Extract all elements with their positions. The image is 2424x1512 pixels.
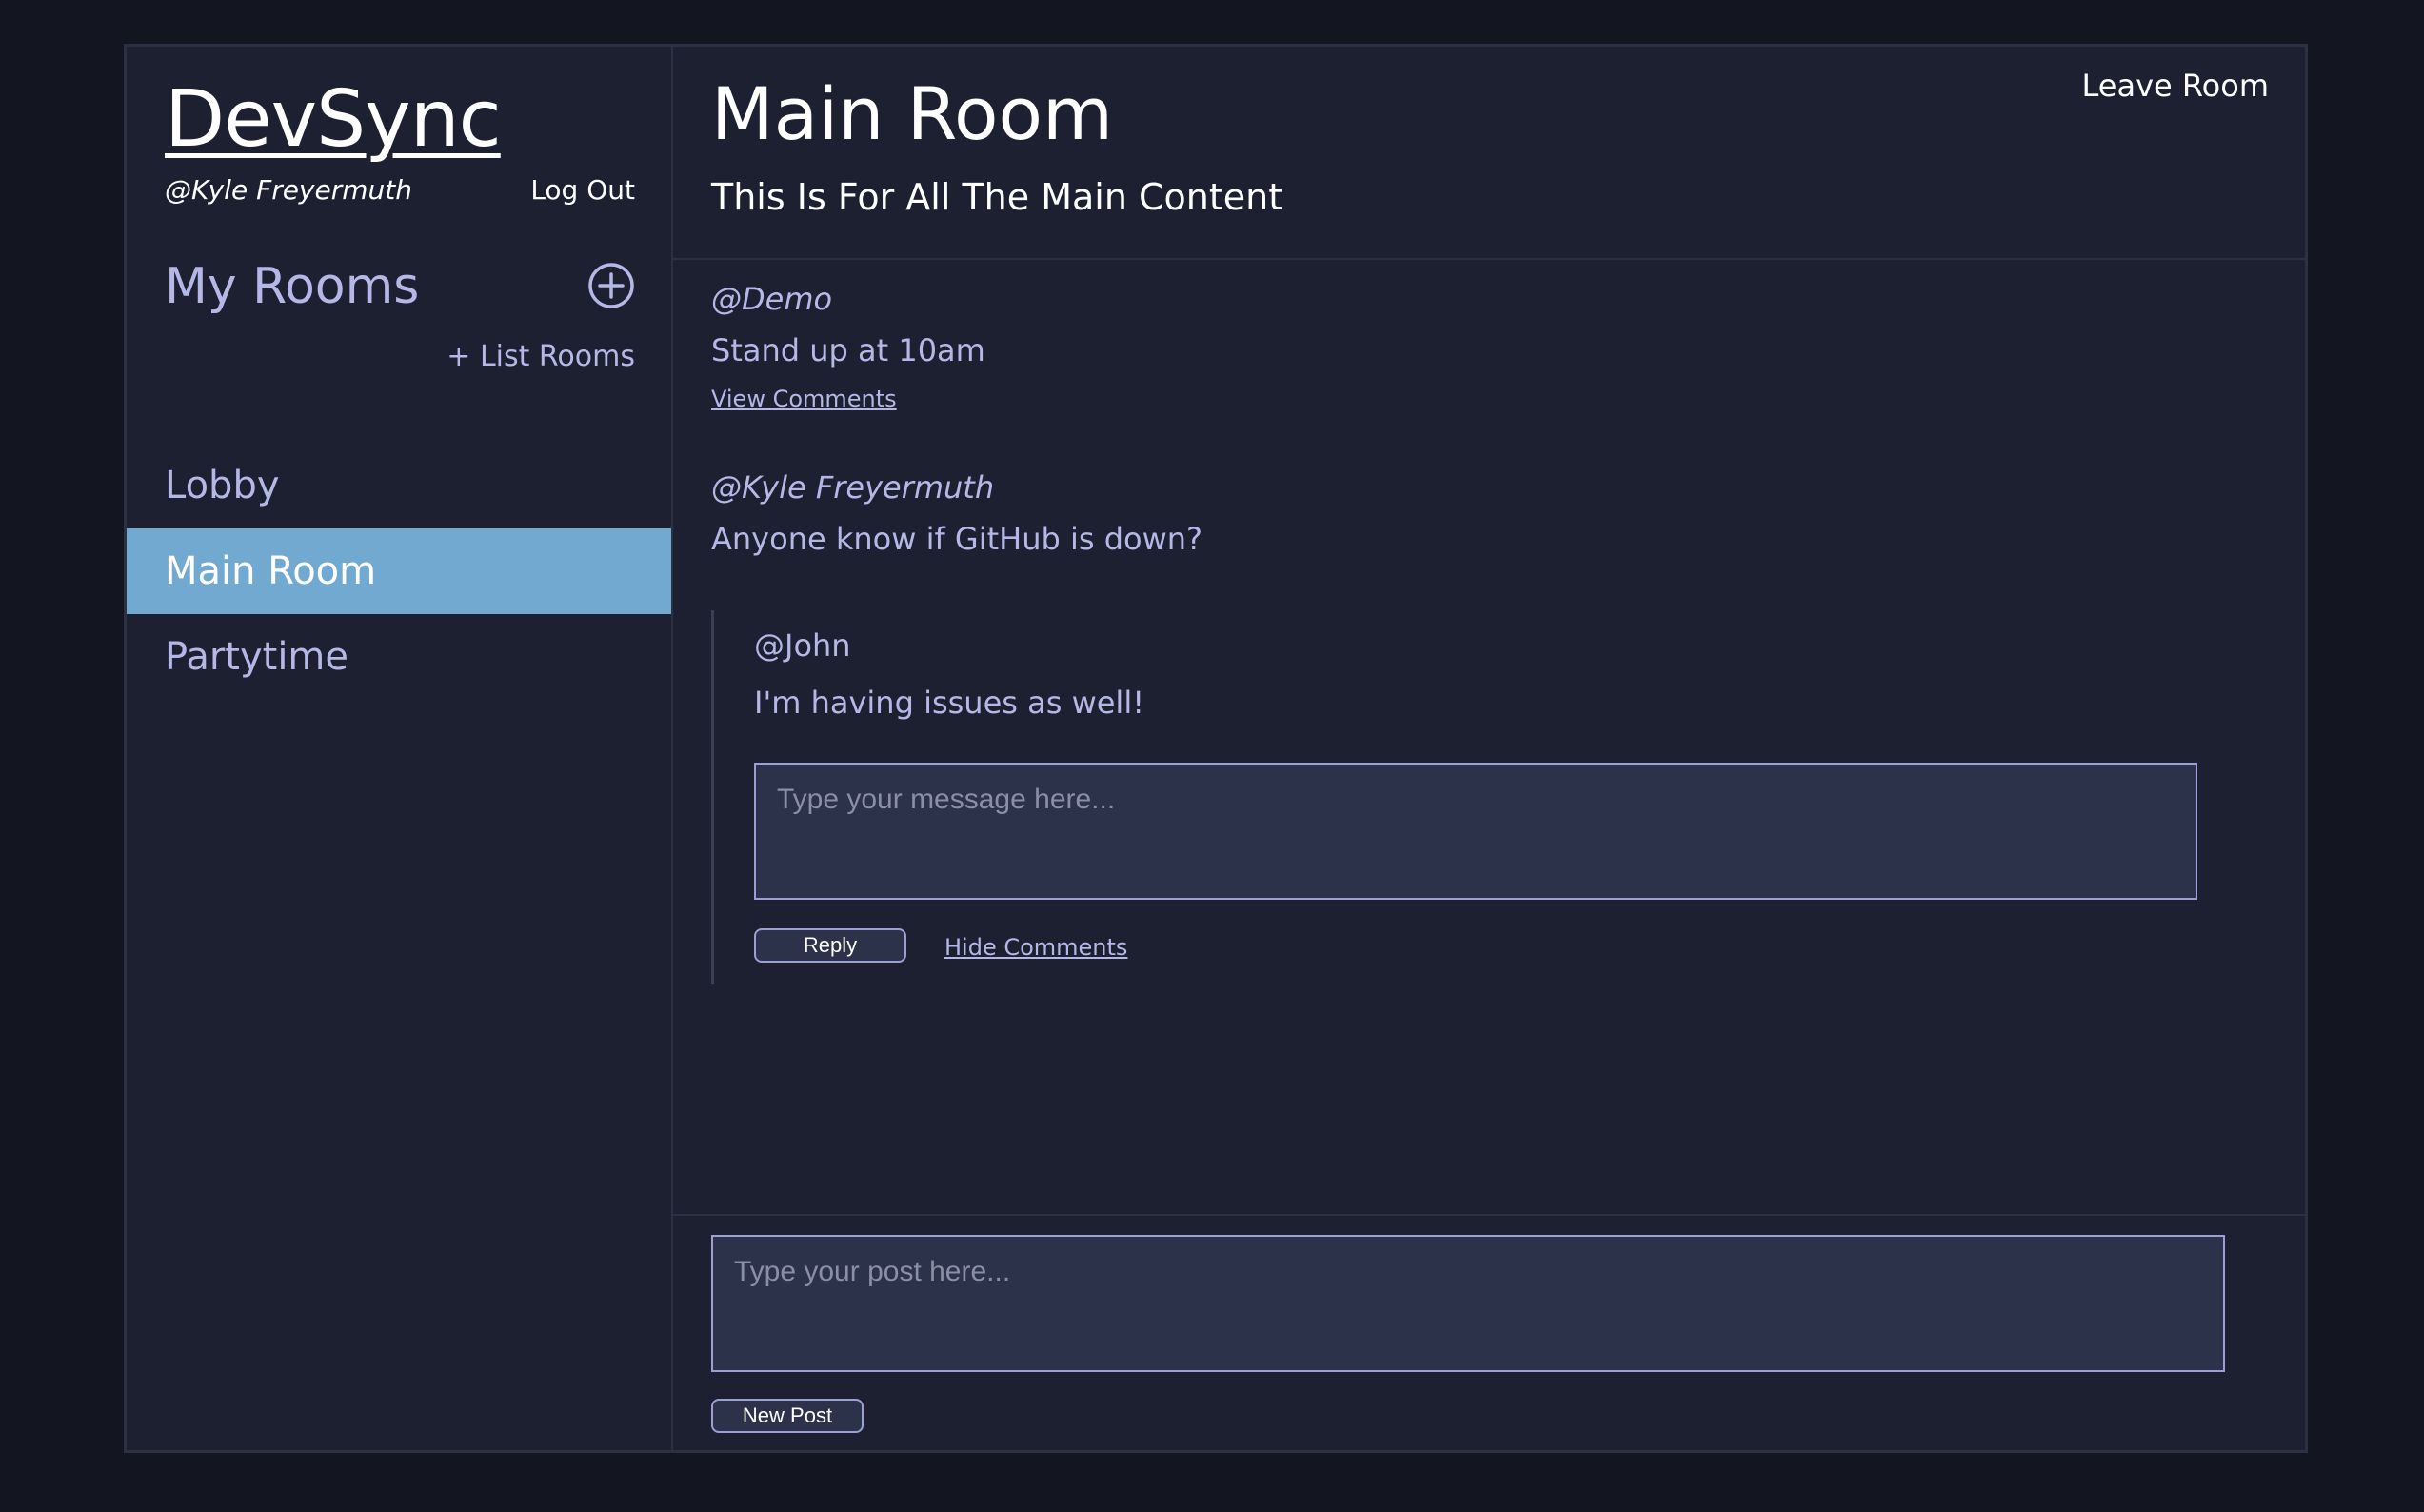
app-window: DevSync @Kyle Freyermuth Log Out My Room… bbox=[124, 44, 2308, 1453]
post-composer: New Post bbox=[673, 1214, 2305, 1450]
logout-button[interactable]: Log Out bbox=[530, 174, 635, 206]
room-title: Main Room bbox=[711, 71, 1114, 156]
sidebar: DevSync @Kyle Freyermuth Log Out My Room… bbox=[127, 47, 673, 1450]
comment-body: I'm having issues as well! bbox=[754, 685, 1145, 721]
room-description: This Is For All The Main Content bbox=[711, 176, 1283, 218]
new-post-input[interactable] bbox=[711, 1235, 2225, 1372]
post-item: @Demo Stand up at 10am View Comments bbox=[711, 281, 985, 412]
reply-message-input[interactable] bbox=[754, 763, 2197, 900]
room-item-partytime[interactable]: Partytime bbox=[127, 614, 671, 700]
brand-logo[interactable]: DevSync bbox=[165, 74, 502, 165]
list-rooms-link[interactable]: + List Rooms bbox=[447, 340, 635, 373]
room-list: Lobby Main Room Partytime bbox=[127, 443, 671, 700]
comment-author: @John bbox=[754, 627, 851, 664]
new-post-button[interactable]: New Post bbox=[711, 1399, 864, 1433]
room-item-lobby[interactable]: Lobby bbox=[127, 443, 671, 528]
post-item: @Kyle Freyermuth Anyone know if GitHub i… bbox=[711, 469, 2267, 557]
room-item-main-room[interactable]: Main Room bbox=[127, 528, 671, 614]
room-header: Main Room This Is For All The Main Conte… bbox=[673, 47, 2305, 260]
post-author: @Kyle Freyermuth bbox=[711, 469, 995, 506]
reply-button[interactable]: Reply bbox=[754, 928, 906, 963]
hide-comments-link[interactable]: Hide Comments bbox=[944, 934, 1127, 961]
current-username: @Kyle Freyermuth bbox=[165, 174, 412, 206]
post-author: @Demo bbox=[711, 281, 833, 317]
comment-thread: @John I'm having issues as well! Reply H… bbox=[711, 610, 2199, 984]
view-comments-link[interactable]: View Comments bbox=[711, 386, 897, 412]
main-panel: Main Room This Is For All The Main Conte… bbox=[673, 47, 2305, 1450]
post-body: Stand up at 10am bbox=[711, 332, 985, 368]
post-body: Anyone know if GitHub is down? bbox=[711, 521, 1203, 557]
leave-room-button[interactable]: Leave Room bbox=[2082, 68, 2269, 104]
plus-circle-icon[interactable] bbox=[587, 262, 635, 309]
my-rooms-heading: My Rooms bbox=[165, 258, 420, 315]
